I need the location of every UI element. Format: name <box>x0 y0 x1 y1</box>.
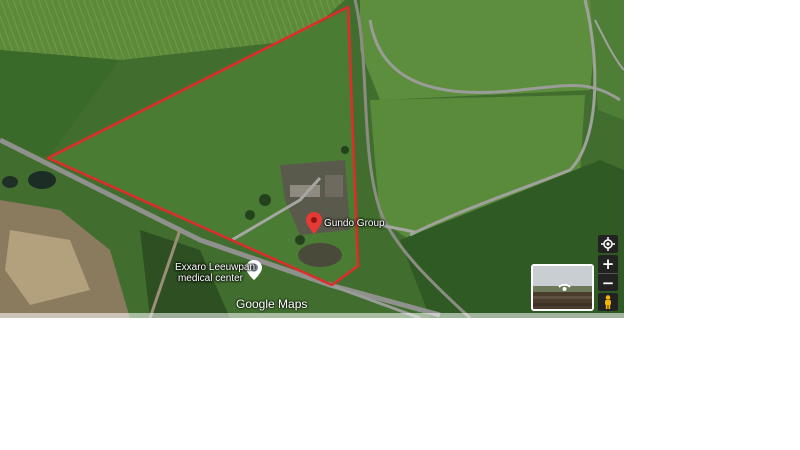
zoom-control: + − <box>598 255 618 292</box>
my-location-button[interactable] <box>598 235 618 253</box>
map-view[interactable]: Gundo Group Exxaro Leeuwpan medical cent… <box>0 0 624 318</box>
poi-label-line2: medical center <box>177 273 243 284</box>
google-maps-watermark: Google Maps <box>236 297 308 311</box>
zoom-out-button[interactable]: − <box>598 274 618 292</box>
pegman-icon <box>605 295 611 309</box>
attribution-bar <box>0 313 624 318</box>
place-label[interactable]: Gundo Group <box>324 218 385 229</box>
street-view-image <box>533 266 592 309</box>
pegman-button[interactable] <box>598 293 618 311</box>
location-pin-icon[interactable] <box>306 212 322 234</box>
street-view-thumbnail[interactable] <box>531 264 594 311</box>
poi-label-line1: Exxaro Leeuwpan <box>175 262 256 273</box>
poi-label[interactable]: Exxaro Leeuwpan medical center <box>175 262 256 284</box>
crosshair-icon <box>601 237 615 251</box>
zoom-in-button[interactable]: + <box>598 255 618 273</box>
